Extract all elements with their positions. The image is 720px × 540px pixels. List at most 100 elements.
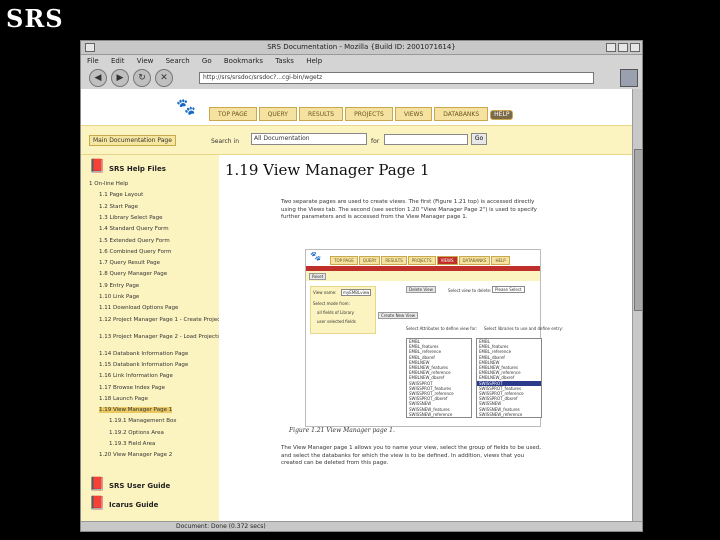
- menu-help[interactable]: Help: [306, 57, 322, 65]
- sidebar-user-guide[interactable]: SRS User Guide: [109, 482, 170, 490]
- paw-logo-icon: 🐾: [310, 252, 322, 262]
- menu-bookmarks[interactable]: Bookmarks: [224, 57, 263, 65]
- for-label: for: [371, 138, 380, 145]
- sidebar-item[interactable]: 1.2 Start Page: [99, 204, 138, 210]
- sidebar-item[interactable]: 1.6 Combined Query Form: [99, 249, 172, 255]
- reload-icon[interactable]: ↻: [133, 69, 151, 87]
- sidebar-item[interactable]: 1.14 Databank Information Page: [99, 351, 188, 357]
- srs-header: 🐾 TOP PAGE QUERY RESULTS PROJECTS VIEWS …: [81, 89, 632, 125]
- book-icon: 📕: [89, 159, 106, 174]
- description-paragraph: The View Manager page 1 allows you to na…: [281, 445, 542, 466]
- figure-tab: DATABANKS: [458, 256, 491, 265]
- search-input[interactable]: [384, 134, 468, 145]
- url-field[interactable]: http://srs/srsdoc/srsdoc?...cgi-bin/wget…: [199, 72, 594, 84]
- sidebar-item[interactable]: 1.7 Query Result Page: [99, 260, 160, 266]
- figure-attribute-list: EMBL EMBL_features EMBL_reference EMBL_dbxr…: [406, 338, 472, 418]
- sidebar-item[interactable]: 1.3 Library Select Page: [99, 215, 163, 221]
- figure-help: HELP: [491, 256, 510, 265]
- intro-paragraph: Two separate pages are used to create vi…: [281, 199, 537, 220]
- figure-tab: QUERY: [358, 256, 381, 265]
- figure-delete-button: Delete View: [406, 286, 436, 293]
- figure-view-name-label: View name:: [313, 290, 337, 295]
- sidebar-icarus-guide[interactable]: Icarus Guide: [109, 501, 158, 509]
- tab-databanks[interactable]: DATABANKS: [434, 107, 489, 121]
- sidebar-item[interactable]: 1.5 Extended Query Form: [99, 238, 170, 244]
- figure-tab: PROJECTS: [407, 256, 436, 265]
- figure-tab-active: VIEWS: [436, 256, 458, 265]
- search-bar: Main Documentation Page Search in All Do…: [81, 125, 632, 155]
- sidebar-item[interactable]: 1.19 View Manager Page 1: [99, 407, 173, 414]
- sidebar-item[interactable]: 1.20 View Manager Page 2: [99, 452, 172, 458]
- slide-title: SRS: [6, 4, 64, 33]
- figure-option-all: all fields of Library: [317, 310, 355, 315]
- sidebar-item[interactable]: 1.17 Browse Index Page: [99, 385, 165, 391]
- figure-create-button: Create New View: [378, 312, 419, 319]
- sidebar-item[interactable]: 1.11 Download Options Page: [99, 305, 178, 311]
- figure-view-name-box: View name: myEMBLview Select mode from: …: [310, 286, 376, 334]
- sidebar-item[interactable]: 1.18 Launch Page: [99, 396, 148, 402]
- sidebar-item[interactable]: 1.19.3 Field Area: [109, 441, 155, 447]
- menu-tasks[interactable]: Tasks: [275, 57, 294, 65]
- help-sidebar: 📕 SRS Help Files 1 On-line Help 1.1 Page …: [81, 155, 225, 521]
- figure-select-mode: Select mode from:: [313, 301, 350, 306]
- tab-views[interactable]: VIEWS: [394, 107, 433, 121]
- book-icon: 📕: [89, 496, 106, 511]
- menu-search[interactable]: Search: [166, 57, 190, 65]
- sidebar-item[interactable]: 1.19.1 Management Box: [109, 418, 176, 424]
- search-scope-select[interactable]: All Documentation: [251, 133, 367, 145]
- sidebar-item[interactable]: 1.9 Entry Page: [99, 283, 139, 289]
- figure-screenshot: 🐾 TOP PAGE QUERY RESULTS PROJECTS VIEWS …: [305, 249, 563, 427]
- maximize-icon[interactable]: [618, 43, 628, 52]
- sidebar-item[interactable]: 1.16 Link Information Page: [99, 373, 173, 379]
- forward-icon[interactable]: ▶: [111, 69, 129, 87]
- navigation-toolbar: ◀ ▶ ↻ ✕ http://srs/srsdoc/srsdoc?...cgi-…: [81, 67, 642, 90]
- menu-view[interactable]: View: [137, 57, 154, 65]
- tab-top-page[interactable]: TOP PAGE: [209, 107, 257, 121]
- figure-reset-bar: Reset: [306, 271, 540, 281]
- sidebar-item[interactable]: 1.10 Link Page: [99, 294, 139, 300]
- close-icon[interactable]: [630, 43, 640, 52]
- browser-window: SRS Documentation - Mozilla {Build ID: 2…: [80, 40, 643, 532]
- vertical-scrollbar[interactable]: [632, 89, 642, 521]
- menu-file[interactable]: File: [87, 57, 99, 65]
- stop-icon[interactable]: ✕: [155, 69, 173, 87]
- window-titlebar: SRS Documentation - Mozilla {Build ID: 2…: [81, 41, 642, 55]
- menu-go[interactable]: Go: [202, 57, 212, 65]
- page-viewport: 🐾 TOP PAGE QUERY RESULTS PROJECTS VIEWS …: [81, 89, 632, 521]
- window-title: SRS Documentation - Mozilla {Build ID: 2…: [267, 43, 456, 51]
- sidebar-item[interactable]: 1.13 Project Manager Page 2 - Load Proje…: [99, 334, 220, 340]
- sidebar-help-files[interactable]: SRS Help Files: [109, 165, 166, 173]
- menu-bar: File Edit View Search Go Bookmarks Tasks…: [81, 55, 642, 67]
- figure-library-list: EMBL EMBL_features EMBL_reference EMBL_dbxr…: [476, 338, 542, 418]
- tab-query[interactable]: QUERY: [258, 107, 297, 121]
- main-documentation-button[interactable]: Main Documentation Page: [89, 135, 176, 146]
- sidebar-item[interactable]: 1.12 Project Manager Page 1 - Create Pro…: [99, 317, 225, 323]
- figure-lib-head: Select libraries to use and define entry…: [484, 326, 563, 331]
- sidebar-item[interactable]: 1.8 Query Manager Page: [99, 271, 167, 277]
- scrollbar-thumb[interactable]: [634, 149, 642, 311]
- paw-logo-icon: 🐾: [176, 97, 196, 116]
- status-bar: Document: Done (0.372 secs): [81, 521, 642, 531]
- figure-view-name-value: myEMBLview: [341, 289, 372, 296]
- sidebar-item[interactable]: 1.4 Standard Query Form: [99, 226, 169, 232]
- tab-projects[interactable]: PROJECTS: [345, 107, 393, 121]
- sidebar-item[interactable]: 1.19.2 Options Area: [109, 430, 164, 436]
- sidebar-item[interactable]: 1.15 Databank Information Page: [99, 362, 188, 368]
- search-in-label: Search in: [211, 138, 239, 145]
- tab-help[interactable]: HELP: [490, 110, 514, 120]
- book-icon: 📕: [89, 477, 106, 492]
- main-content: 1.19 View Manager Page 1 Two separate pa…: [219, 155, 632, 521]
- figure-list-item: SWISSNEW_reference: [409, 411, 453, 417]
- sidebar-item[interactable]: 1.1 Page Layout: [99, 192, 143, 198]
- go-button[interactable]: Go: [471, 133, 487, 145]
- menu-edit[interactable]: Edit: [111, 57, 125, 65]
- sidebar-item[interactable]: 1 On-line Help: [89, 181, 128, 187]
- tab-results[interactable]: RESULTS: [298, 107, 344, 121]
- figure-select-label: Select view to delete:: [448, 288, 492, 293]
- minimize-icon[interactable]: [606, 43, 616, 52]
- figure-list-item: SWISSNEW_reference: [479, 411, 523, 417]
- back-icon[interactable]: ◀: [89, 69, 107, 87]
- figure-attr-head: Select Attributes to define view for:: [406, 326, 477, 331]
- srs-tab-bar: TOP PAGE QUERY RESULTS PROJECTS VIEWS DA…: [209, 107, 515, 121]
- browser-logo-icon: [620, 69, 638, 87]
